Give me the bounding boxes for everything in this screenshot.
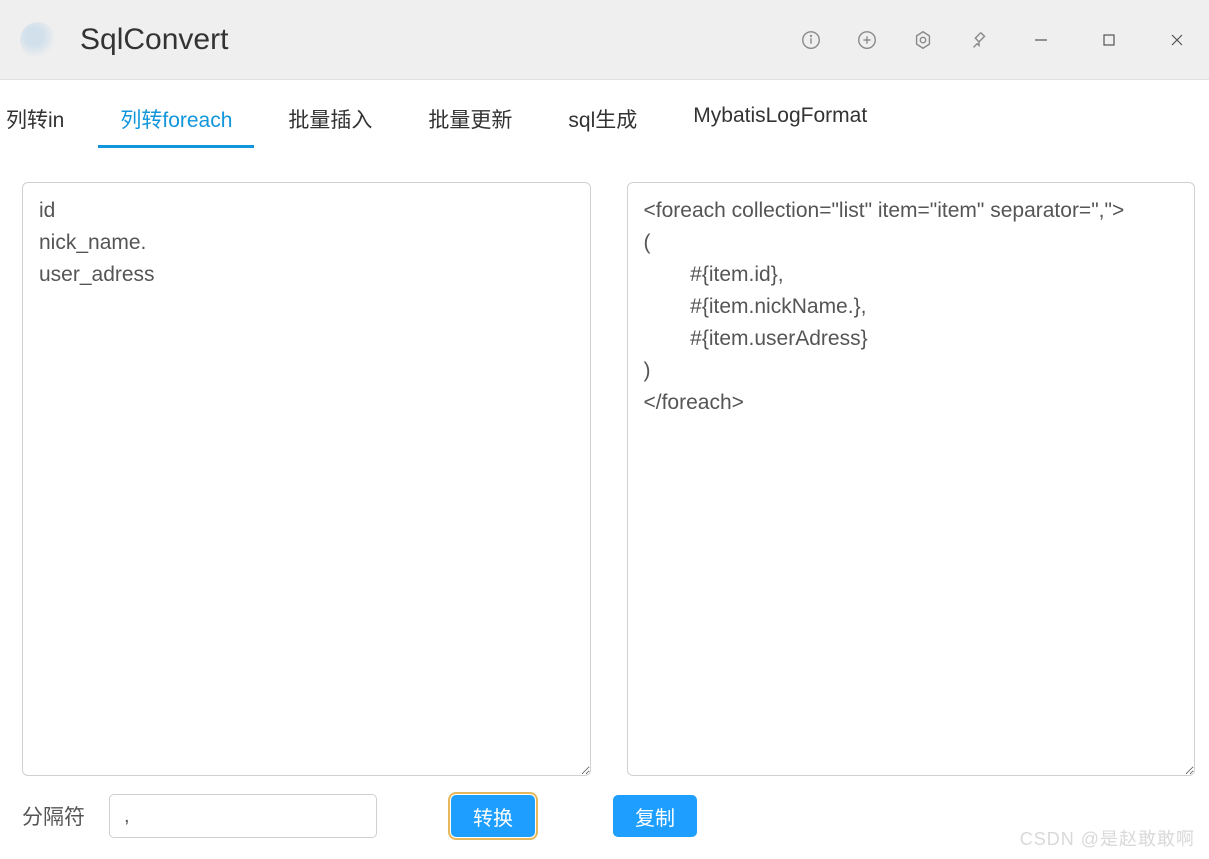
plus-circle-icon[interactable] bbox=[853, 26, 881, 54]
minimize-button[interactable] bbox=[1021, 20, 1061, 60]
tab-batch-update[interactable]: 批量更新 bbox=[400, 94, 540, 146]
tab-batch-insert[interactable]: 批量插入 bbox=[260, 94, 400, 146]
input-textarea[interactable] bbox=[22, 182, 591, 776]
window-controls bbox=[797, 0, 1197, 80]
convert-button[interactable]: 转换 bbox=[451, 795, 535, 837]
close-button[interactable] bbox=[1157, 20, 1197, 60]
tab-sql-gen[interactable]: sql生成 bbox=[540, 94, 665, 146]
separator-input[interactable] bbox=[109, 794, 377, 838]
output-textarea[interactable] bbox=[627, 182, 1196, 776]
app-icon bbox=[20, 22, 56, 58]
tab-col-to-foreach[interactable]: 列转foreach bbox=[92, 94, 260, 146]
copy-button[interactable]: 复制 bbox=[613, 795, 697, 837]
tabbar: 列转in 列转foreach 批量插入 批量更新 sql生成 MybatisLo… bbox=[0, 80, 1209, 146]
info-icon[interactable] bbox=[797, 26, 825, 54]
separator-label: 分隔符 bbox=[22, 801, 85, 831]
tab-col-to-in[interactable]: 列转in bbox=[0, 94, 92, 146]
pin-icon[interactable] bbox=[965, 26, 993, 54]
titlebar: SqlConvert bbox=[0, 0, 1209, 80]
app-title: SqlConvert bbox=[80, 23, 228, 57]
gear-icon[interactable] bbox=[909, 26, 937, 54]
tab-mybatis-log-format[interactable]: MybatisLogFormat bbox=[665, 94, 895, 146]
content-area bbox=[0, 146, 1209, 776]
maximize-button[interactable] bbox=[1089, 20, 1129, 60]
bottom-bar: 分隔符 转换 复制 bbox=[0, 776, 1209, 856]
